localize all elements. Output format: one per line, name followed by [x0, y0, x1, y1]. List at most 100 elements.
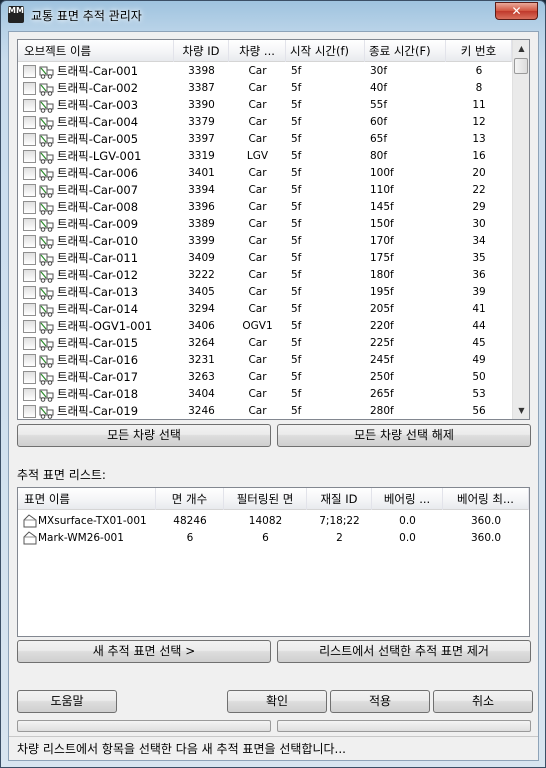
vehicle-cell-start: 5f — [291, 65, 302, 77]
vehicle-row[interactable]: 트래픽-Car-007 3394 Car 5f 110f 22 — [18, 182, 512, 199]
vehicle-object-name: 트래픽-Car-016 — [57, 353, 139, 367]
vehicle-checkbox[interactable] — [23, 354, 36, 367]
vehicle-checkbox[interactable] — [23, 269, 36, 282]
vehicle-checkbox[interactable] — [23, 235, 36, 248]
vehicle-row[interactable]: 트래픽-OGV1-001 3406 OGV1 5f 220f 44 — [18, 318, 512, 335]
vehicle-checkbox[interactable] — [23, 201, 36, 214]
vehicle-column-header[interactable]: 키 번호 — [446, 40, 512, 62]
surface-column-header[interactable]: 면 개수 — [156, 488, 224, 510]
help-button[interactable]: 도움말 — [17, 690, 117, 713]
vehicle-cell-type: Car — [248, 184, 267, 196]
vehicle-row[interactable]: 트래픽-Car-006 3401 Car 5f 100f 20 — [18, 165, 512, 182]
surface-column-header[interactable]: 베어링 최... — [443, 488, 529, 510]
vehicle-checkbox[interactable] — [23, 218, 36, 231]
vehicle-column-header[interactable]: 종료 시간(F) — [365, 40, 446, 62]
title-bar[interactable]: MM 교통 표면 추적 관리자 ✕ — [1, 1, 545, 29]
apply-button[interactable]: 적용 — [330, 690, 430, 713]
vehicle-row[interactable]: 트래픽-Car-010 3399 Car 5f 170f 34 — [18, 233, 512, 250]
vehicle-checkbox[interactable] — [23, 116, 36, 129]
vehicle-cell-key: 36 — [472, 269, 486, 281]
select-all-vehicles-button[interactable]: 모든 차량 선택 — [17, 424, 271, 447]
vehicle-cell-id: 3409 — [188, 252, 215, 264]
vehicle-cell-key: 12 — [472, 116, 486, 128]
vehicle-list-scrollbar[interactable]: ▲ ▼ — [512, 40, 529, 419]
vehicle-column-header[interactable]: 차량 ID — [174, 40, 229, 62]
vehicle-row[interactable]: 트래픽-Car-002 3387 Car 5f 40f 8 — [18, 80, 512, 97]
vehicle-row[interactable]: 트래픽-Car-004 3379 Car 5f 60f 12 — [18, 114, 512, 131]
tracking-surface-list[interactable]: 표면 이름 면 개수 필터링된 면 재질 ID 베어링 ... 베어링 최... MXsu… — [17, 487, 530, 637]
vehicle-column-header[interactable]: 시작 시간(f) — [286, 40, 365, 62]
close-button[interactable]: ✕ — [495, 2, 538, 20]
vehicle-checkbox[interactable] — [23, 371, 36, 384]
vehicle-row[interactable]: 트래픽-Car-014 3294 Car 5f 205f 41 — [18, 301, 512, 318]
vehicle-checkbox[interactable] — [23, 82, 36, 95]
surface-row[interactable]: MXsurface-TX01-001 48246 14082 7;18;22 0.0 36… — [18, 513, 529, 530]
vehicle-row[interactable]: 트래픽-Car-015 3264 Car 5f 225f 45 — [18, 335, 512, 352]
vehicle-object-name: 트래픽-Car-015 — [57, 336, 139, 350]
surface-list-header: 표면 이름 면 개수 필터링된 면 재질 ID 베어링 ... 베어링 최... — [18, 488, 529, 510]
vehicle-checkbox[interactable] — [23, 99, 36, 112]
vehicle-row[interactable]: 트래픽-Car-017 3263 Car 5f 250f 50 — [18, 369, 512, 386]
vehicle-object-name: 트래픽-LGV-001 — [57, 149, 142, 163]
surface-column-header[interactable]: 베어링 ... — [372, 488, 443, 510]
vehicle-list[interactable]: 오브젝트 이름 차량 ID 차량 ... 시작 시간(f) 종료 시간(F) 키 번호 트… — [17, 39, 530, 420]
vehicle-cell-start: 5f — [291, 388, 302, 400]
vehicle-cell-type: Car — [248, 133, 267, 145]
deselect-all-vehicles-button[interactable]: 모든 차량 선택 해제 — [277, 424, 531, 447]
scroll-thumb[interactable] — [514, 58, 528, 74]
vehicle-column-header[interactable]: 오브젝트 이름 — [18, 40, 174, 62]
vehicle-checkbox[interactable] — [23, 388, 36, 401]
surface-column-header[interactable]: 필터링된 면 — [224, 488, 307, 510]
vehicle-checkbox[interactable] — [23, 133, 36, 146]
vehicle-row[interactable]: 트래픽-Car-012 3222 Car 5f 180f 36 — [18, 267, 512, 284]
surface-name: Mark-WM26-001 — [38, 532, 124, 544]
vehicle-row[interactable]: 트래픽-Car-018 3404 Car 5f 265f 53 — [18, 386, 512, 403]
surface-row[interactable]: Mark-WM26-001 6 6 2 0.0 360.0 — [18, 530, 529, 547]
vehicle-cell-end: 205f — [370, 303, 394, 315]
vehicle-cell-id: 3387 — [188, 82, 215, 94]
surface-column-header[interactable]: 표면 이름 — [18, 488, 156, 510]
vehicle-checkbox[interactable] — [23, 252, 36, 265]
vehicle-row[interactable]: 트래픽-LGV-001 3319 LGV 5f 80f 16 — [18, 148, 512, 165]
vehicle-row[interactable]: 트래픽-Car-009 3389 Car 5f 150f 30 — [18, 216, 512, 233]
vehicle-cell-key: 22 — [472, 184, 486, 196]
vehicle-checkbox[interactable] — [23, 167, 36, 180]
vehicle-row[interactable]: 트래픽-Car-001 3398 Car 5f 30f 6 — [18, 63, 512, 80]
new-tracking-surface-button[interactable]: 새 추적 표면 선택 > — [17, 640, 271, 663]
scroll-up-arrow-icon[interactable]: ▲ — [513, 40, 529, 57]
vehicle-cell-type: Car — [248, 388, 267, 400]
vehicle-row[interactable]: 트래픽-Car-003 3390 Car 5f 55f 11 — [18, 97, 512, 114]
vehicle-column-header[interactable]: 차량 ... — [229, 40, 286, 62]
vehicle-cell-type: Car — [248, 371, 267, 383]
vehicle-row[interactable]: 트래픽-Car-019 3246 Car 5f 280f 56 — [18, 403, 512, 419]
vehicle-row[interactable]: 트래픽-Car-008 3396 Car 5f 145f 29 — [18, 199, 512, 216]
vehicle-row[interactable]: 트래픽-Car-011 3409 Car 5f 175f 35 — [18, 250, 512, 267]
vehicle-cell-end: 65f — [370, 133, 388, 145]
remove-selected-surface-button[interactable]: 리스트에서 선택한 추적 표면 제거 — [277, 640, 531, 663]
vehicle-checkbox[interactable] — [23, 320, 36, 333]
vehicle-cell-start: 5f — [291, 252, 302, 264]
vehicle-cell-key: 41 — [472, 303, 486, 315]
vehicle-cell-end: 40f — [370, 82, 388, 94]
vehicle-row[interactable]: 트래픽-Car-016 3231 Car 5f 245f 49 — [18, 352, 512, 369]
vehicle-cell-end: 80f — [370, 150, 388, 162]
vehicle-checkbox[interactable] — [23, 150, 36, 163]
vehicle-checkbox[interactable] — [23, 337, 36, 350]
vehicle-row[interactable]: 트래픽-Car-005 3397 Car 5f 65f 13 — [18, 131, 512, 148]
vehicle-checkbox[interactable] — [23, 184, 36, 197]
car-icon — [39, 336, 55, 351]
vehicle-row[interactable]: 트래픽-Car-013 3405 Car 5f 195f 39 — [18, 284, 512, 301]
surface-column-header[interactable]: 재질 ID — [307, 488, 372, 510]
progress-bar-left — [17, 720, 271, 732]
vehicle-checkbox[interactable] — [23, 65, 36, 78]
surface-name: MXsurface-TX01-001 — [38, 515, 147, 527]
scroll-down-arrow-icon[interactable]: ▼ — [513, 402, 529, 419]
cancel-button[interactable]: 취소 — [433, 690, 533, 713]
vehicle-checkbox[interactable] — [23, 405, 36, 418]
vehicle-cell-id: 3231 — [188, 354, 215, 366]
vehicle-checkbox[interactable] — [23, 303, 36, 316]
car-icon — [39, 268, 55, 283]
vehicle-checkbox[interactable] — [23, 286, 36, 299]
vehicle-cell-id: 3246 — [188, 405, 215, 417]
ok-button[interactable]: 확인 — [227, 690, 327, 713]
